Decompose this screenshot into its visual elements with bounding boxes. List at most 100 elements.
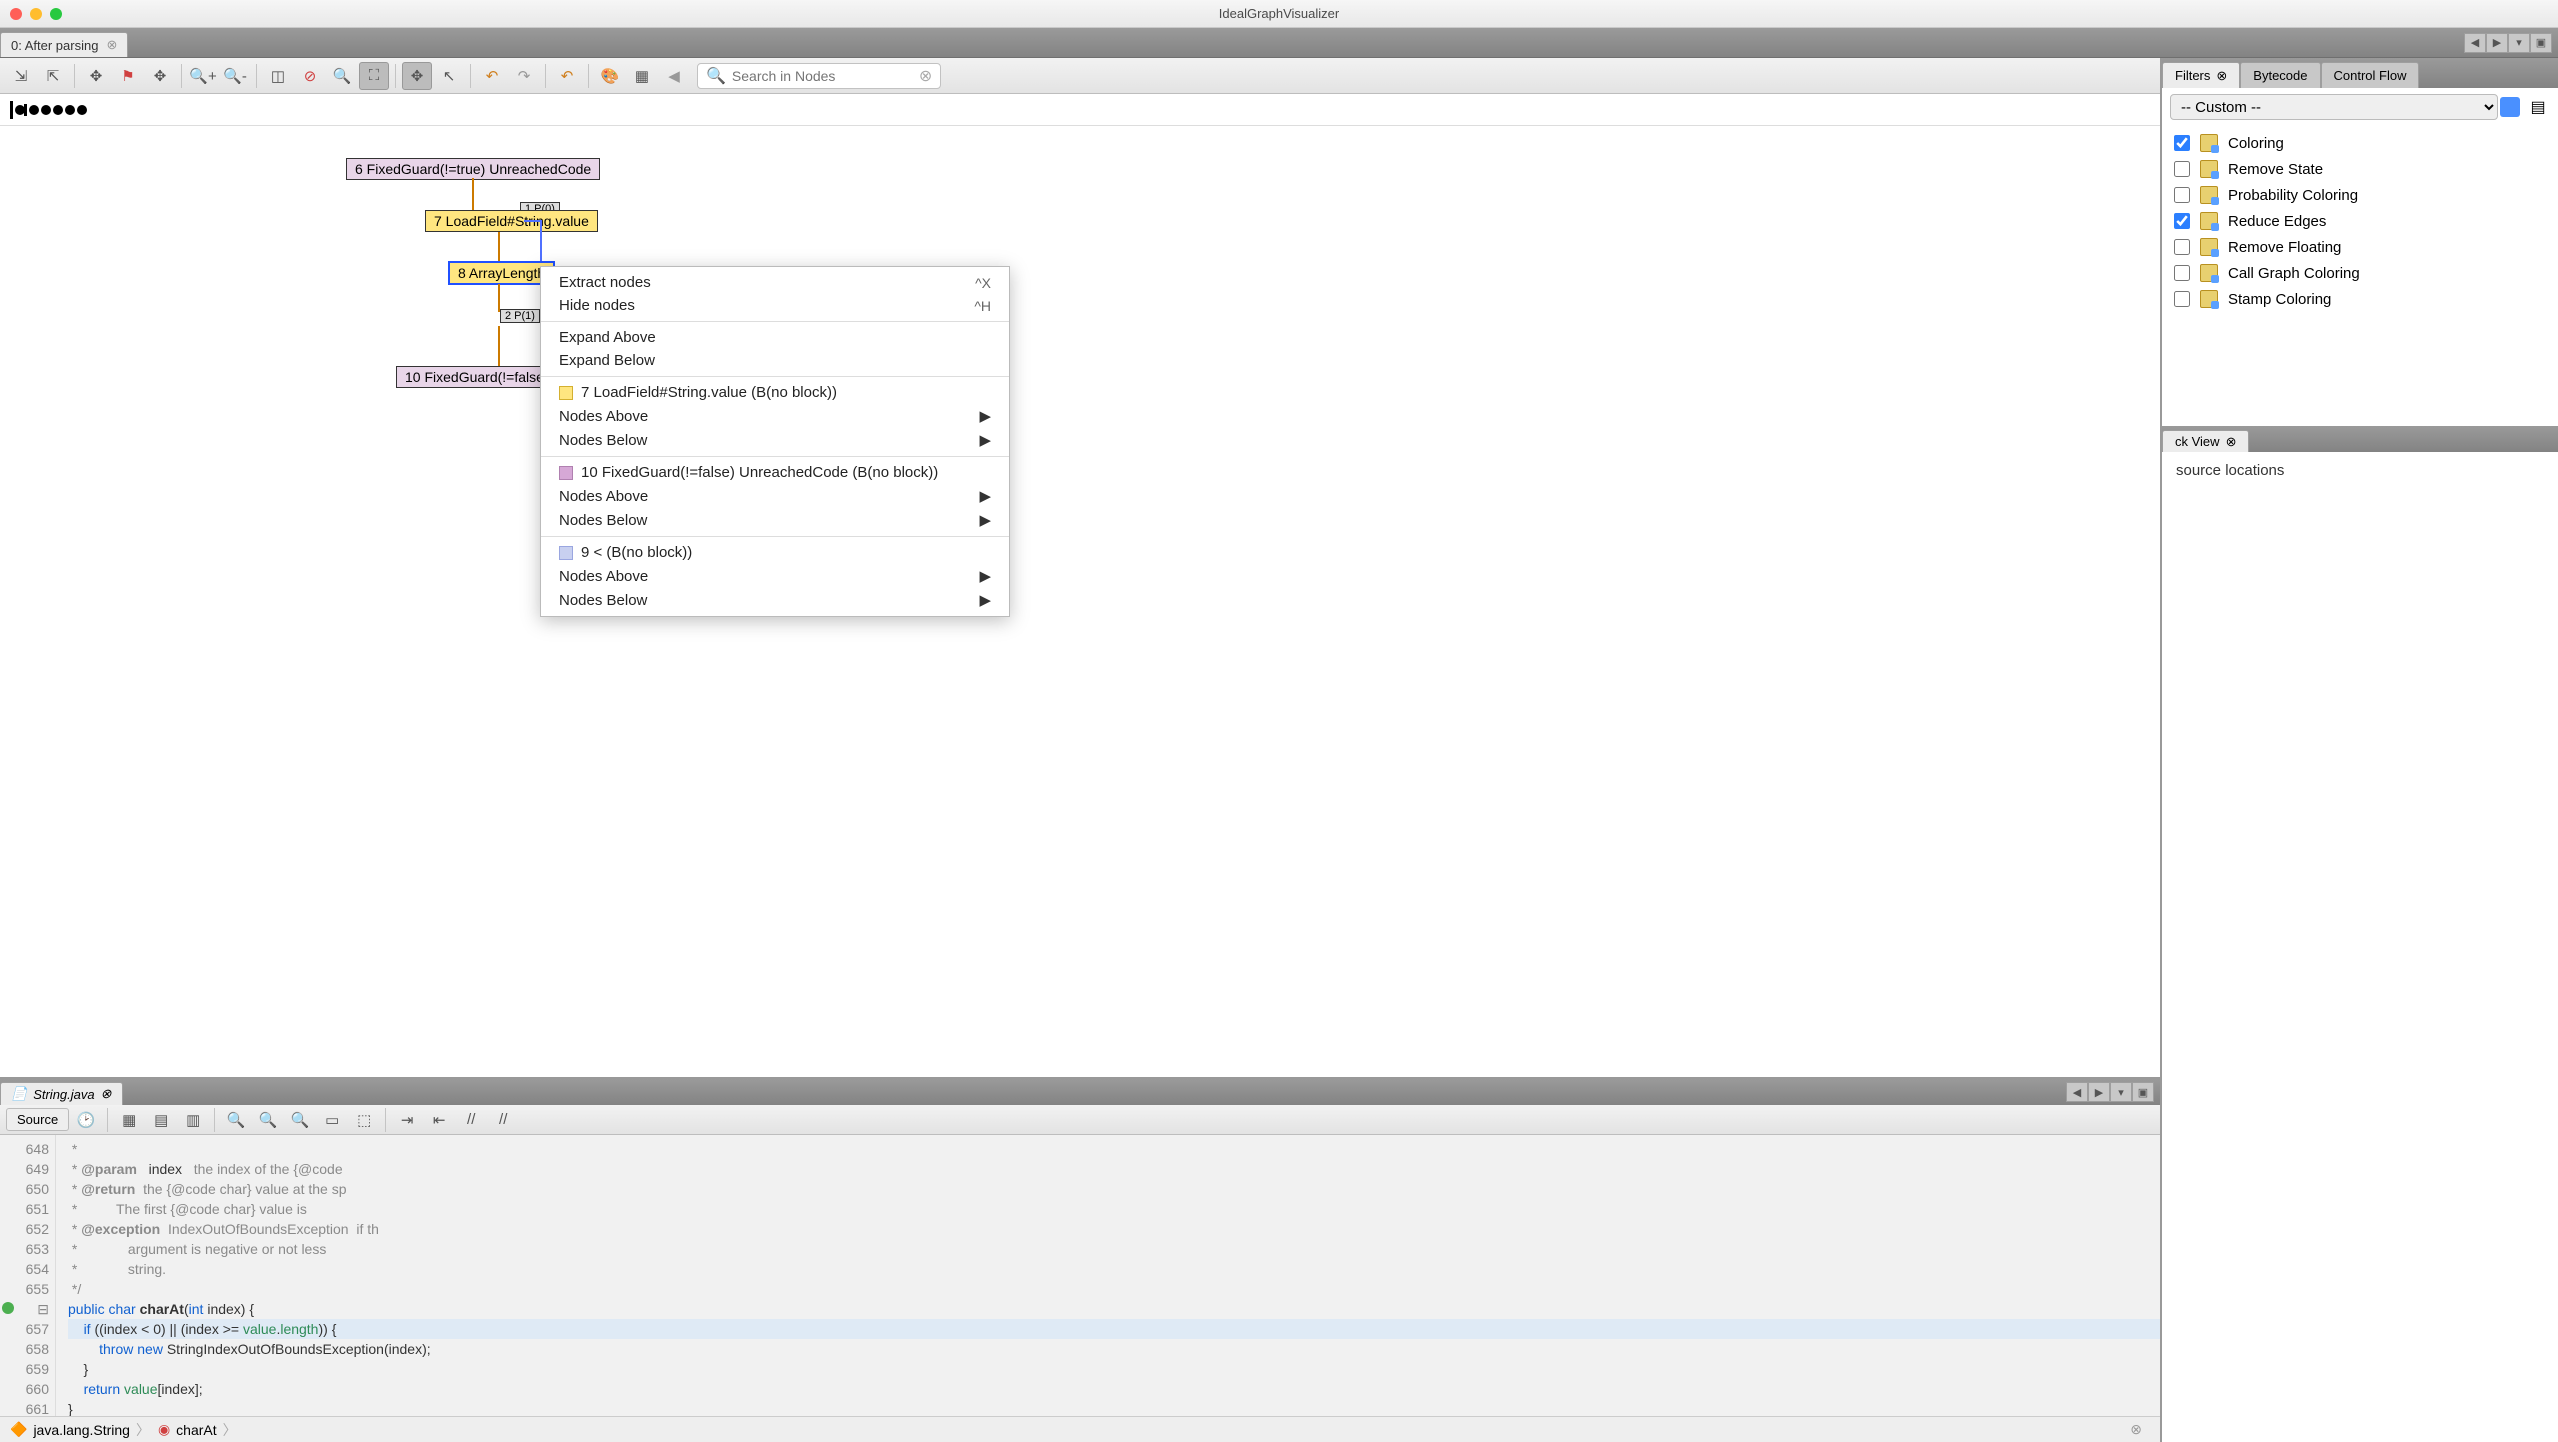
filter-icon [2200, 290, 2218, 308]
ctx-nodes-below-10[interactable]: Nodes Below▶ [541, 508, 1009, 532]
breadcrumb-method[interactable]: ◉ charAt 〉 [158, 1420, 237, 1440]
ctx-extract-nodes[interactable]: Extract nodes^X [541, 271, 1009, 294]
prev-button[interactable]: ◀ [2464, 33, 2486, 53]
tool-icon[interactable]: ▥ [178, 1106, 208, 1134]
breadcrumb-class[interactable]: 🔶 java.lang.String 〉 [10, 1420, 150, 1440]
indent-icon[interactable]: ⇥ [392, 1106, 422, 1134]
ctx-nodes-above-7[interactable]: Nodes Above▶ [541, 404, 1009, 428]
document-tab[interactable]: 0: After parsing ⊗ [0, 32, 128, 57]
filter-checkbox[interactable] [2174, 239, 2190, 255]
ctx-nodes-above-9[interactable]: Nodes Above▶ [541, 564, 1009, 588]
filter-row[interactable]: Remove State [2162, 156, 2558, 182]
close-tab-icon[interactable]: ⊗ [2226, 434, 2237, 450]
filter-checkbox[interactable] [2174, 291, 2190, 307]
palette-icon[interactable]: 🎨 [595, 62, 625, 90]
ctx-node-7[interactable]: 7 LoadField#String.value (B(no block)) [541, 381, 1009, 404]
comment-icon[interactable]: // [456, 1106, 486, 1134]
tab-stack-view[interactable]: ck View⊗ [2162, 430, 2249, 452]
ctx-nodes-above-10[interactable]: Nodes Above▶ [541, 484, 1009, 508]
node-fixedguard-10[interactable]: 10 FixedGuard(!=false [396, 366, 553, 388]
filter-checkbox[interactable] [2174, 265, 2190, 281]
flag-icon[interactable]: ⚑ [113, 62, 143, 90]
code-view[interactable]: 648649650 651652653 654655 ⊟ 657658659 6… [0, 1135, 2160, 1416]
tab-control-flow[interactable]: Control Flow [2321, 62, 2420, 88]
close-tab-icon[interactable]: ⊗ [2216, 68, 2227, 84]
dropdown-button[interactable]: ▾ [2508, 33, 2530, 53]
filter-checkbox[interactable] [2174, 187, 2190, 203]
clear-search-icon[interactable]: ⊗ [919, 66, 932, 86]
tool-icon[interactable]: ▤ [146, 1106, 176, 1134]
search-box[interactable]: 🔍 ⊗ [697, 63, 941, 89]
grid-icon[interactable]: ▦ [627, 62, 657, 90]
maximize-button[interactable]: ▣ [2530, 33, 2552, 53]
ctx-node-10[interactable]: 10 FixedGuard(!=false) UnreachedCode (B(… [541, 461, 1009, 484]
filter-checkbox[interactable] [2174, 213, 2190, 229]
add-filter-icon[interactable]: ▤ [2526, 97, 2550, 117]
filter-row[interactable]: Probability Coloring [2162, 182, 2558, 208]
move-icon[interactable]: ✥ [81, 62, 111, 90]
filter-select[interactable]: -- Custom -- [2170, 94, 2498, 120]
filter-preset-dropdown[interactable]: -- Custom -- ▤ [2170, 94, 2550, 120]
close-tab-icon[interactable]: ⊗ [106, 37, 117, 53]
filter-row[interactable]: Reduce Edges [2162, 208, 2558, 234]
maximize-button[interactable]: ▣ [2132, 1082, 2154, 1102]
tool-icon[interactable]: ▦ [114, 1106, 144, 1134]
tab-filters[interactable]: Filters⊗ [2162, 62, 2240, 88]
zoom-in-icon[interactable]: 🔍+ [188, 62, 218, 90]
filter-checkbox[interactable] [2174, 161, 2190, 177]
node-loadfield-7[interactable]: 7 LoadField#String.value [425, 210, 598, 232]
close-breadcrumb-icon[interactable]: ⊗ [2130, 1421, 2150, 1438]
source-button[interactable]: Source [6, 1108, 69, 1131]
uncomment-icon[interactable]: // [488, 1106, 518, 1134]
redo-icon[interactable]: ↷ [509, 62, 539, 90]
maximize-icon[interactable] [50, 8, 62, 20]
ctx-node-9[interactable]: 9 < (B(no block)) [541, 541, 1009, 564]
tab-bytecode[interactable]: Bytecode [2240, 62, 2320, 88]
layout-icon[interactable]: ◫ [263, 62, 293, 90]
filter-row[interactable]: Call Graph Coloring [2162, 260, 2558, 286]
filter-row[interactable]: Coloring [2162, 130, 2558, 156]
find-icon[interactable]: 🔍 [221, 1106, 251, 1134]
hand-icon[interactable]: ✥ [402, 62, 432, 90]
close-tab-icon[interactable]: ⊗ [101, 1086, 112, 1102]
dropdown-button[interactable]: ▾ [2110, 1082, 2132, 1102]
ctx-expand-above[interactable]: Expand Above [541, 326, 1009, 349]
history-icon[interactable]: 🕑 [71, 1106, 101, 1134]
filter-row[interactable]: Remove Floating [2162, 234, 2558, 260]
ctx-nodes-below-9[interactable]: Nodes Below▶ [541, 588, 1009, 612]
zoom-fit-icon[interactable]: 🔍 [327, 62, 357, 90]
zoom-out-icon[interactable]: 🔍- [220, 62, 250, 90]
find-next-icon[interactable]: 🔍 [285, 1106, 315, 1134]
node-fixedguard-6[interactable]: 6 FixedGuard(!=true) UnreachedCode [346, 158, 600, 180]
export-icon[interactable]: ⇲ [6, 62, 36, 90]
next-button[interactable]: ▶ [2088, 1082, 2110, 1102]
next-button[interactable]: ▶ [2486, 33, 2508, 53]
minimize-icon[interactable] [30, 8, 42, 20]
ctx-nodes-below-7[interactable]: Nodes Below▶ [541, 428, 1009, 452]
pointer-icon[interactable]: ↖ [434, 62, 464, 90]
outdent-icon[interactable]: ⇤ [424, 1106, 454, 1134]
ctx-expand-below[interactable]: Expand Below [541, 349, 1009, 372]
highlight-icon[interactable]: ▭ [317, 1106, 347, 1134]
import-icon[interactable]: ⇱ [38, 62, 68, 90]
stop-icon[interactable]: ⊘ [295, 62, 325, 90]
code-body[interactable]: * * @param index the index of the {@code… [56, 1135, 2160, 1416]
search-input[interactable] [732, 68, 913, 84]
ctx-hide-nodes[interactable]: Hide nodes^H [541, 294, 1009, 317]
extent-icon[interactable]: ⛶ [359, 62, 389, 90]
phase-slider[interactable] [0, 94, 2160, 126]
editor-tab[interactable]: 📄 String.java ⊗ [0, 1082, 123, 1105]
undo-icon[interactable]: ↶ [477, 62, 507, 90]
filter-checkbox[interactable] [2174, 135, 2190, 151]
node-param-1[interactable]: 2 P(1) [500, 309, 540, 323]
close-icon[interactable] [10, 8, 22, 20]
collapse-icon[interactable]: ◀ [659, 62, 689, 90]
history-icon[interactable]: ↶ [552, 62, 582, 90]
pan-icon[interactable]: ✥ [145, 62, 175, 90]
dropdown-arrow-icon[interactable] [2500, 97, 2520, 117]
prev-button[interactable]: ◀ [2066, 1082, 2088, 1102]
filter-row[interactable]: Stamp Coloring [2162, 286, 2558, 312]
graph-canvas[interactable]: 6 FixedGuard(!=true) UnreachedCode 1 P(0… [0, 126, 2160, 1077]
find-prev-icon[interactable]: 🔍 [253, 1106, 283, 1134]
select-icon[interactable]: ⬚ [349, 1106, 379, 1134]
